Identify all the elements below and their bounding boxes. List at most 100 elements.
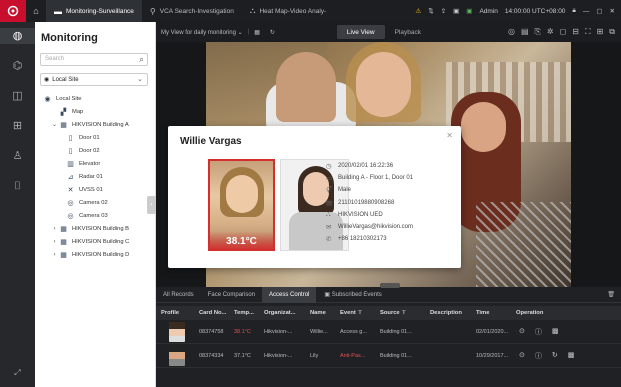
chevron-right-icon[interactable]: › [50,226,59,232]
col-time[interactable]: Time [471,310,511,316]
tree-item[interactable]: › ▦ HIKVISION Building D [43,248,153,261]
user-menu[interactable]: Admin [479,8,497,15]
record-icon[interactable]: ▤ [521,27,529,37]
clock-display: 14:00:00 UTC+08:00 [504,7,566,15]
subscribed-events-link[interactable]: ▣ Subscribed Events [324,291,381,298]
tree-item-label: Map [72,108,84,115]
person-icon[interactable]: ♙ [0,148,35,164]
tree-item[interactable]: ▯ Door 02 [43,144,153,157]
tree-item[interactable]: ◎ Camera 03 [43,209,153,222]
col-source[interactable]: Source ⊤ [375,310,425,316]
chevron-right-icon[interactable]: › [50,252,59,258]
play-icon[interactable]: ⊙ [519,351,525,361]
resize-handle[interactable] [380,283,400,288]
tree-item[interactable]: › ▦ HIKVISION Building B [43,222,153,235]
refresh-icon[interactable]: ↻ [552,351,558,361]
org-icon: ⛬ [326,210,331,218]
tree-item[interactable]: ▞ Map [43,105,153,118]
col-temperature[interactable]: Temp... [229,310,259,316]
phone-icon: ✆ [326,236,332,244]
col-name[interactable]: Name [305,310,335,316]
view-toolbar: My View for daily monitoring ⌄ | ▦ ↻ Liv… [156,22,621,42]
col-card-no[interactable]: Card No... [194,310,229,316]
split-icon[interactable]: ⊟ [572,27,579,37]
info-icon[interactable]: ⓘ [535,351,542,361]
tab-face-comparison[interactable]: Face Comparison [201,287,262,303]
col-event[interactable]: Event ⊤ [335,310,375,316]
lock-icon[interactable]: 🔒︎ [572,7,575,15]
col-profile[interactable]: Profile [156,310,194,316]
tab-vca-search[interactable]: ⚲ VCA Search-Investigation [142,0,242,22]
tree-item[interactable]: ▯ Door 01 [43,131,153,144]
image-icon[interactable]: ▩ [552,327,559,337]
view-selector[interactable]: My View for daily monitoring ⌄ [156,29,243,36]
tree-item[interactable]: ⊿ Radar 01 [43,170,153,183]
warning-icon[interactable]: ⚠ [415,7,421,15]
tree-item[interactable]: ✕ UVSS 01 [43,183,153,196]
home-icon[interactable]: ⌂ [26,6,46,16]
upload-icon[interactable]: ⇪ [441,7,446,15]
chevron-down-icon[interactable]: ⌄ [50,121,59,128]
site-icon: ◉ [44,95,51,103]
tree-item[interactable]: ⌄ ▦ HIKVISION Building A [43,118,153,131]
col-organization[interactable]: Organizat... [259,310,305,316]
fullscreen-icon[interactable]: ⛶ [585,27,591,37]
status-icon[interactable]: ▣ [466,7,472,15]
tab-all-records[interactable]: All Records [156,287,201,303]
site-select[interactable]: ◉ Local Site ⌄ [40,73,148,86]
mail-icon: ✉ [326,224,332,232]
search-icon[interactable]: ⌕ [139,54,144,65]
grid-icon[interactable]: ⊞ [0,118,35,134]
settings-icon[interactable]: ✲ [547,27,554,37]
maximize-icon[interactable]: ▢ [596,7,602,15]
tree-item[interactable]: ▥ Elevator [43,157,153,170]
layout-icon[interactable]: ◫ [0,88,35,104]
filter-icon[interactable]: ⊤ [401,310,406,316]
refresh-icon[interactable]: ↻ [270,29,275,36]
tree-item-label: Camera 03 [79,212,108,219]
door-icon: ▯ [68,147,73,155]
capture-icon[interactable]: ◎ [508,27,515,37]
tree-item[interactable]: ◉ Local Site [43,92,153,105]
expand-icon[interactable]: ⤢ [0,365,35,381]
globe-icon[interactable]: ◍ [0,28,35,44]
analytics-icon[interactable]: ⌬ [0,58,35,74]
multi-screen-icon[interactable]: ⊞ [597,27,604,37]
filter-icon[interactable]: ⊤ [357,310,362,316]
table-row[interactable]: 08374758 38.1°C Hikvision-... Willie... … [156,320,621,344]
close-icon[interactable]: ✕ [610,7,615,15]
tree-item[interactable]: › ▦ HIKVISION Building C [43,235,153,248]
table-row[interactable]: 08374334 37.1°C Hikvision-... Lily Anti-… [156,344,621,368]
clock-icon: ◷ [326,163,332,171]
detail-id: ▤ 21101019880908268 [326,199,395,207]
top-bar: ⌂ ▬ Monitoring-Surveillance ⚲ VCA Search-I… [0,0,621,22]
more-icon[interactable]: ⧉ [609,27,615,37]
tab-heat-map[interactable]: ⛬ Heat Map-Video Analy- [242,0,334,22]
chevron-right-icon[interactable]: › [50,239,59,245]
door-nav-icon[interactable]: ⌷ [0,178,35,194]
tab-live-view[interactable]: Live View [336,25,385,39]
building-icon: ▦ [60,251,67,259]
col-description[interactable]: Description [425,310,471,316]
captured-face-image: 38.1°C [208,159,275,251]
export-icon[interactable]: ⎘ [535,27,541,37]
tab-monitoring-surveillance[interactable]: ▬ Monitoring-Surveillance [46,0,142,22]
close-icon[interactable]: ✕ [446,131,453,140]
sort-icon[interactable]: ⇅ [428,7,433,15]
window-icon[interactable]: ◻ [560,27,567,37]
building-icon: ▦ [60,225,67,233]
save-icon[interactable]: ▣ [453,7,459,15]
search-input[interactable]: Search ⌕ [40,53,148,66]
tab-access-control[interactable]: Access Control [262,286,317,303]
play-icon[interactable]: ⊙ [519,327,525,337]
minimize-icon[interactable]: — [583,8,590,15]
detail-organization: ⛬ HIKVISION UED [326,210,383,218]
layout-switch-icon[interactable]: ▦ [254,29,260,36]
info-icon[interactable]: ⓘ [535,327,542,337]
tree-item[interactable]: ◎ Camera 02 [43,196,153,209]
image-icon[interactable]: ▩ [568,351,575,361]
collapse-panel-button[interactable]: ‹ [147,196,156,214]
trash-icon[interactable]: 🗑︎ [607,291,621,298]
avatar [169,345,185,366]
tab-playback[interactable]: Playback [385,25,431,39]
